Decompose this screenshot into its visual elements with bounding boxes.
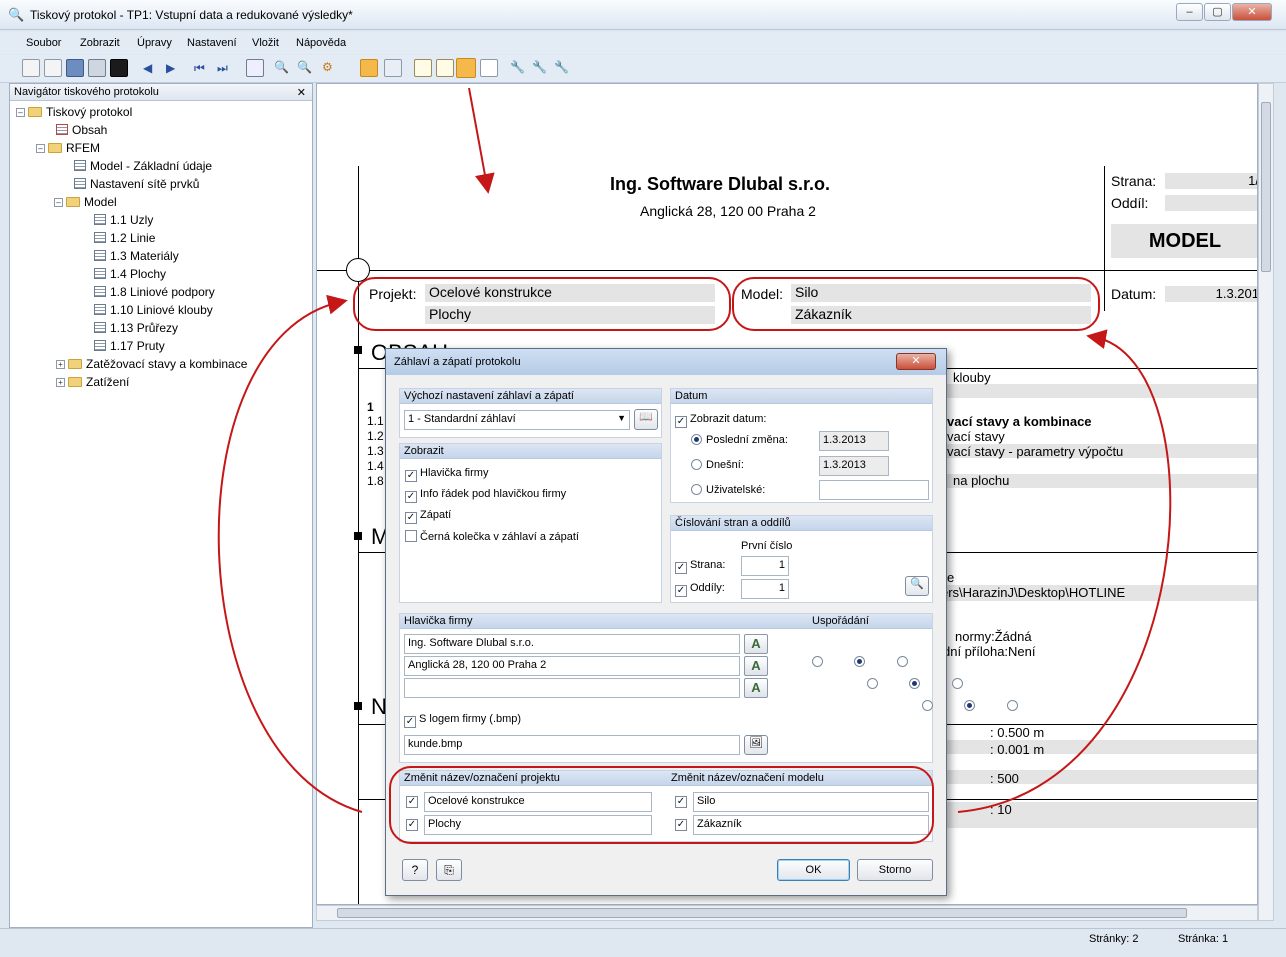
company-header-group: Hlavička firmy Uspořádání Ing. Software … [399, 613, 1018, 763]
last-change-field[interactable]: 1.3.2013 [819, 431, 889, 451]
strana-checkbox[interactable]: ✓ Strana: [675, 559, 725, 574]
checkbox-icon[interactable]: ✓ [405, 491, 417, 503]
align-left-radio[interactable] [812, 656, 823, 667]
font-button-3[interactable]: A [744, 678, 768, 698]
checkbox-label: Zápatí [420, 509, 452, 521]
numbering-group: Číslování stran a oddílů První číslo ✓ St… [670, 515, 933, 603]
template-select-value: 1 - Standardní záhlaví [408, 413, 516, 425]
company-line-1-field[interactable]: Ing. Software Dlubal s.r.o. [404, 634, 740, 654]
help-icon: ? [411, 863, 419, 877]
custom-date-field[interactable] [819, 480, 929, 500]
logo-checkbox[interactable]: ✓ S logem firmy (.bmp) [404, 713, 521, 728]
checkbox-label: Strana: [690, 559, 726, 571]
strana-number-field[interactable]: 1 [741, 556, 789, 576]
checkbox-icon[interactable]: ✓ [675, 585, 687, 597]
align-right-radio[interactable] [1006, 700, 1018, 711]
date-group-title: Datum [671, 389, 932, 404]
checkbox-icon[interactable]: ✓ [675, 416, 687, 428]
checkbox-label: Černá kolečka v záhlaví a zápatí [420, 531, 579, 543]
arrow-projekt [217, 294, 363, 813]
company-header-checkbox[interactable]: ✓ Hlavička firmy [405, 467, 488, 482]
align-left-radio[interactable] [922, 700, 934, 711]
checkbox-label: Hlavička firmy [420, 467, 489, 479]
dialog-close-button[interactable]: ✕ [896, 353, 936, 370]
display-group: Zobrazit ✓ Hlavička firmy ✓ Info řádek pod… [399, 443, 662, 603]
oddily-checkbox[interactable]: ✓ Oddíly: [675, 582, 725, 597]
dialog-title: Záhlaví a zápatí protokolu [394, 356, 521, 368]
dialog-title-bar: Záhlaví a zápatí protokolu ✕ [386, 349, 946, 375]
checkbox-label: S logem firmy (.bmp) [419, 713, 522, 725]
arrow-model [957, 329, 1172, 813]
default-group: Výchozí nastavení záhlaví a zápatí 1 - S… [399, 388, 662, 438]
today-radio[interactable]: Dnešní: [691, 459, 744, 471]
book-icon: 📖 [639, 411, 653, 423]
align-center-radio[interactable] [909, 678, 921, 689]
numbering-group-title: Číslování stran a oddílů [671, 516, 932, 531]
radio-icon[interactable] [691, 459, 702, 470]
radio-icon[interactable] [691, 484, 702, 495]
company-line-3-field[interactable] [404, 678, 740, 698]
font-button-1[interactable]: A [744, 634, 768, 654]
library-button[interactable]: 📖 [634, 409, 658, 430]
help-button[interactable]: ? [402, 859, 428, 881]
checkbox-label: Oddíly: [690, 582, 725, 594]
last-change-radio[interactable]: Poslední změna: [691, 434, 788, 446]
align-center-radio[interactable] [854, 656, 866, 667]
image-icon: 🖼 [749, 737, 763, 749]
font-button-2[interactable]: A [744, 656, 768, 676]
chevron-down-icon: ▼ [617, 413, 626, 423]
today-field[interactable]: 1.3.2013 [819, 456, 889, 476]
radio-icon[interactable] [691, 434, 702, 445]
align-right-radio[interactable] [951, 678, 963, 689]
checkbox-icon[interactable]: ✓ [404, 716, 416, 728]
checkbox-icon[interactable]: ✓ [405, 512, 417, 524]
info-line-checkbox[interactable]: ✓ Info řádek pod hlavičkou firmy [405, 488, 566, 503]
checkbox-icon[interactable] [405, 530, 417, 542]
company-line-2-field[interactable]: Anglická 28, 120 00 Praha 2 [404, 656, 740, 676]
checkbox-icon[interactable]: ✓ [405, 470, 417, 482]
footer-checkbox[interactable]: ✓ Zápatí [405, 509, 451, 524]
layout-label: Uspořádání [812, 615, 869, 627]
defaults-button[interactable]: ⎘ [436, 859, 462, 881]
arrow-toolbar [468, 87, 495, 194]
checkbox-label: Info řádek pod hlavičkou firmy [420, 488, 567, 500]
logo-file-field[interactable]: kunde.bmp [404, 735, 740, 755]
show-date-checkbox[interactable]: ✓ Zobrazit datum: [675, 413, 766, 428]
magnifier-icon: 🔍 [910, 578, 924, 590]
display-group-title: Zobrazit [400, 444, 661, 459]
date-group: Datum ✓ Zobrazit datum: Poslední změna: 1… [670, 388, 933, 503]
radio-label: Dnešní: [706, 459, 744, 471]
header-footer-dialog: Záhlaví a zápatí protokolu ✕ Výchozí nas… [385, 348, 1018, 896]
checkbox-icon[interactable]: ✓ [675, 562, 687, 574]
align-right-radio[interactable] [896, 656, 908, 667]
ok-button[interactable]: OK [777, 859, 850, 881]
cancel-button[interactable]: Storno [857, 859, 933, 881]
oddily-number-field[interactable]: 1 [741, 579, 789, 599]
align-left-radio[interactable] [867, 678, 879, 689]
preview-button[interactable]: 🔍 [905, 576, 929, 596]
radio-label: Uživatelské: [706, 484, 766, 496]
default-group-title: Výchozí nastavení záhlaví a zápatí [400, 389, 661, 404]
custom-radio[interactable]: Uživatelské: [691, 484, 765, 496]
template-select[interactable]: 1 - Standardní záhlaví ▼ [404, 410, 630, 430]
browse-logo-button[interactable]: 🖼 [744, 735, 768, 755]
annotation-dialog-ellipse [389, 766, 934, 844]
radio-label: Poslední změna: [706, 434, 788, 446]
first-number-label: První číslo [741, 540, 793, 552]
checkbox-label: Zobrazit datum: [690, 413, 767, 425]
black-circles-checkbox[interactable]: Černá kolečka v záhlaví a zápatí [405, 530, 579, 543]
copy-icon: ⎘ [444, 863, 454, 877]
